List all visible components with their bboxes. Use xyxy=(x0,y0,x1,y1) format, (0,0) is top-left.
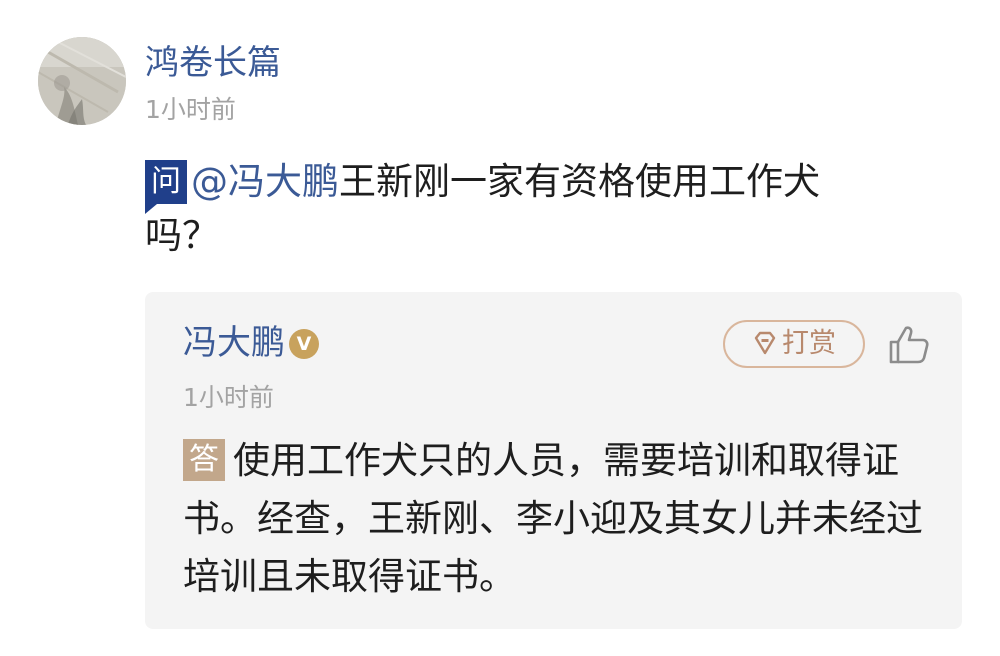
mention-link[interactable]: @冯大鹏 xyxy=(191,160,339,203)
asker-name[interactable]: 鸿卷长篇 xyxy=(145,43,281,83)
diamond-icon xyxy=(754,331,776,355)
verified-badge-icon: V xyxy=(289,329,319,359)
asker-timestamp: 1小时前 xyxy=(145,95,236,124)
qa-post: 鸿卷长篇 1小时前 问 @冯大鹏王新刚一家有资格使用工作犬吗？ 冯大鹏 V 打赏 1… xyxy=(0,0,1000,656)
avatar-image xyxy=(38,37,126,125)
reward-label: 打赏 xyxy=(782,328,836,359)
answer-body: 使用工作犬只的人员，需要培训和取得证书。经查，王新刚、李小迎及其女儿并未经过培训… xyxy=(183,439,923,598)
question-tag: 问 xyxy=(145,160,187,214)
avatar[interactable] xyxy=(38,37,126,125)
answer-text: 答使用工作犬只的人员，需要培训和取得证书。经查，王新刚、李小迎及其女儿并未经过培… xyxy=(183,432,933,606)
question-text: 问 @冯大鹏王新刚一家有资格使用工作犬吗？ xyxy=(145,155,885,263)
reward-button[interactable]: 打赏 xyxy=(723,320,865,368)
answer-card: 冯大鹏 V 打赏 1小时前 答使用工作犬只的人员，需要培训和取得证书。经查，王新刚… xyxy=(145,292,962,629)
responder-name[interactable]: 冯大鹏 xyxy=(183,323,285,363)
thumbs-up-icon xyxy=(889,326,929,364)
answer-timestamp: 1小时前 xyxy=(183,383,274,412)
like-button[interactable] xyxy=(887,324,931,366)
answer-tag: 答 xyxy=(183,439,225,481)
responder-name-row: 冯大鹏 V xyxy=(183,322,319,364)
